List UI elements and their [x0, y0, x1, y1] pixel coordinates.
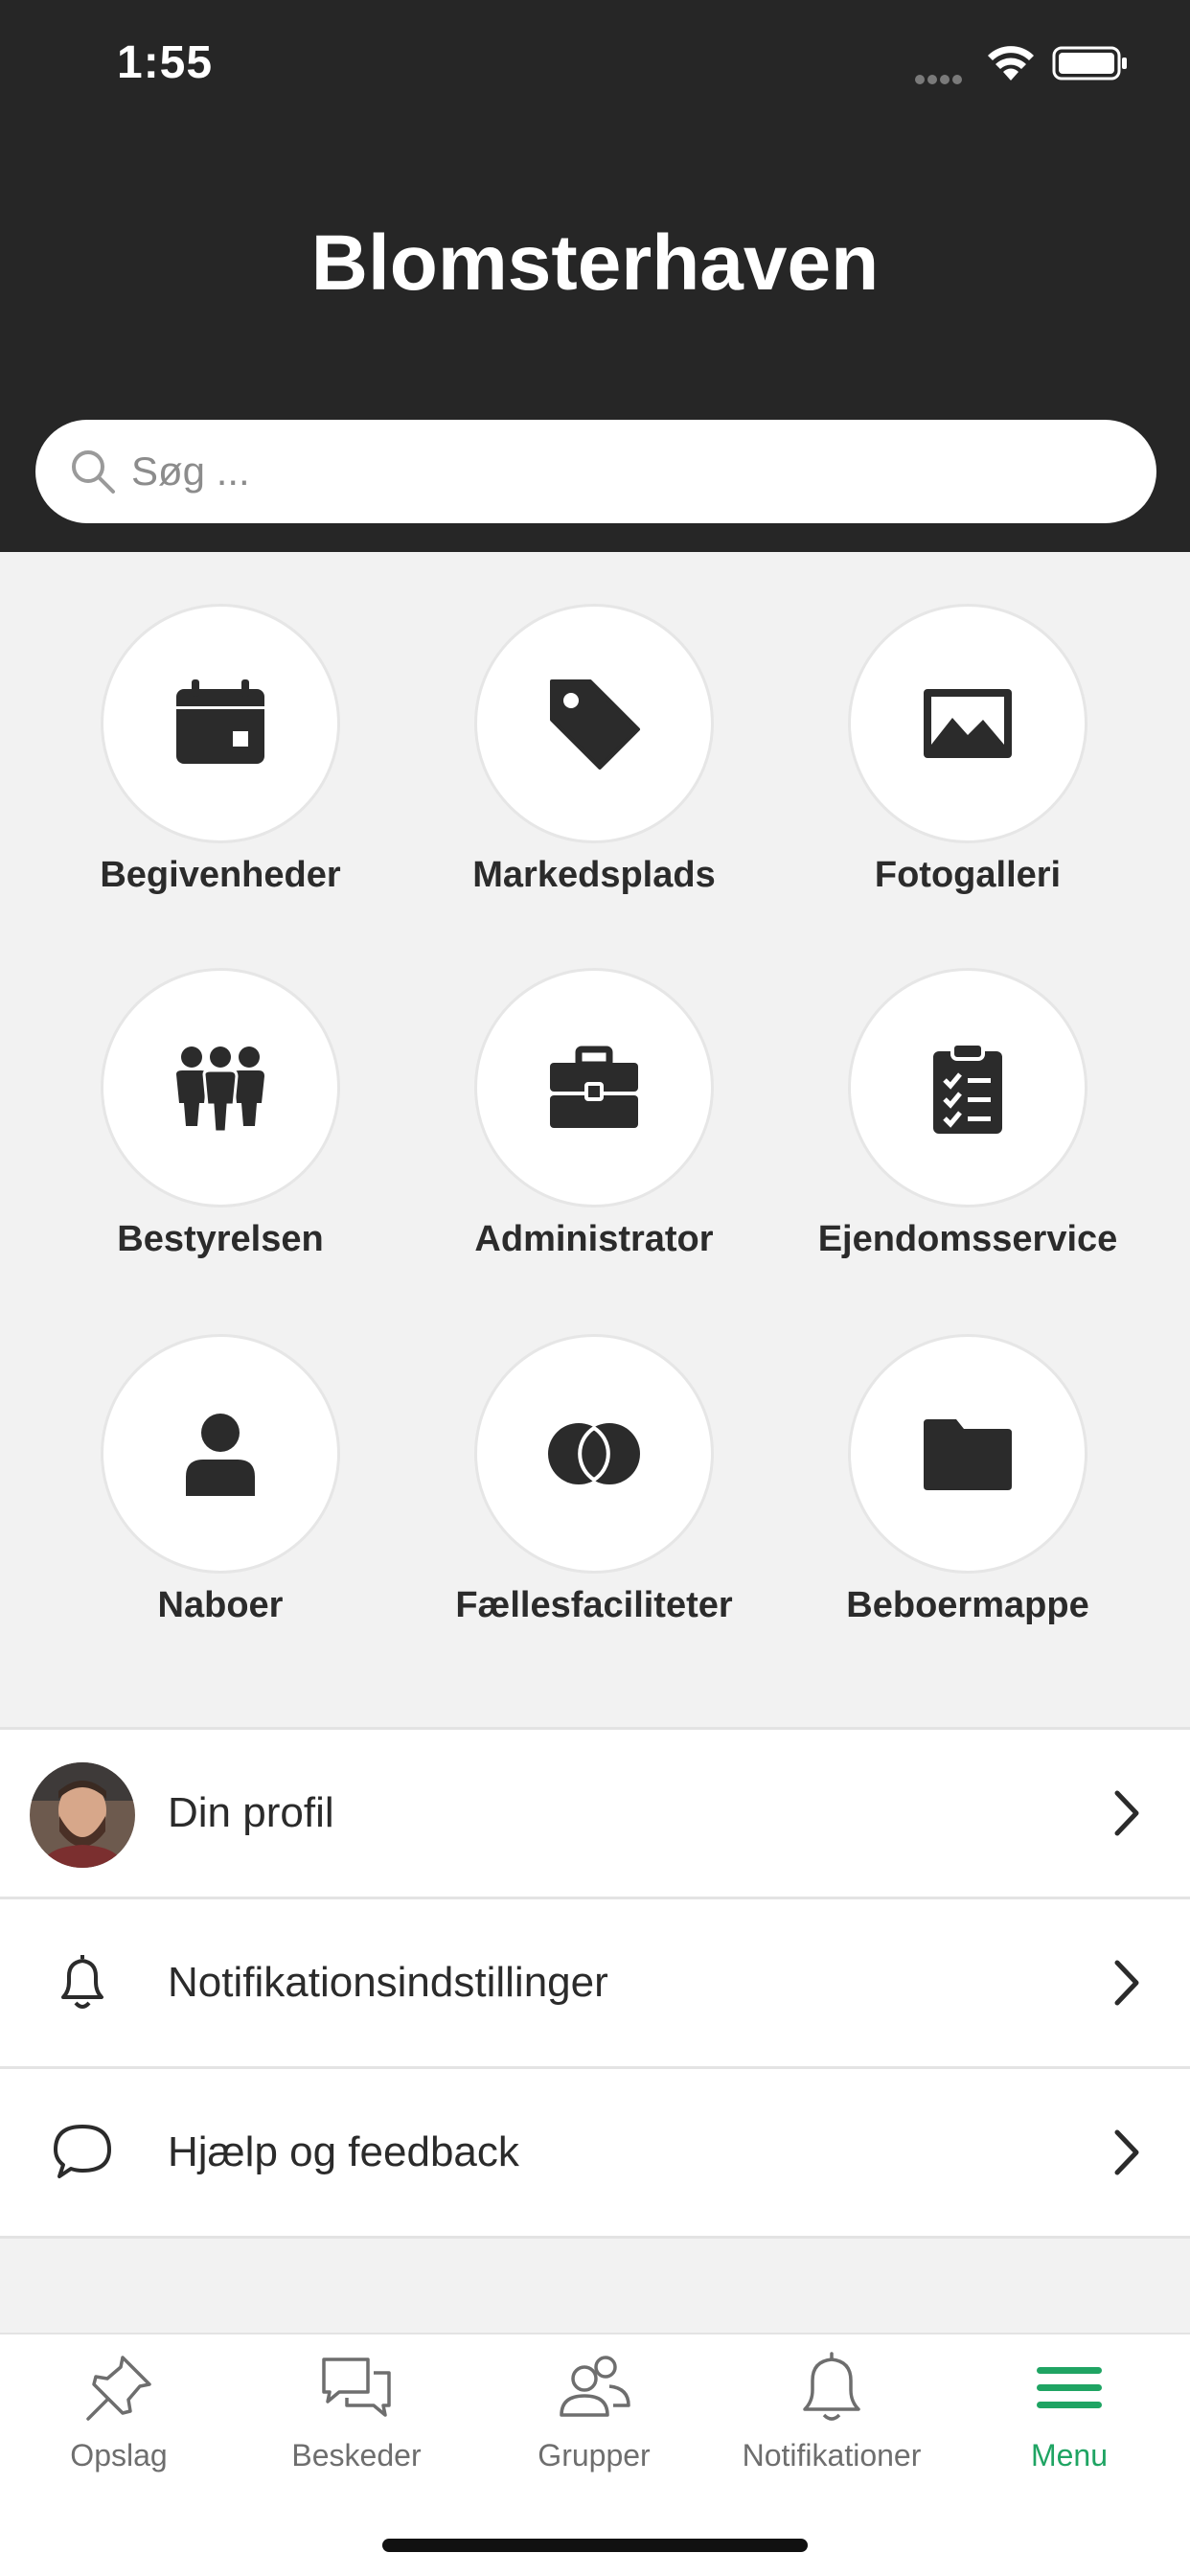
settings-list: Din profil Notifikationsindstillinger Hj…	[0, 1727, 1190, 2239]
tab-grupper[interactable]: Grupper	[475, 2334, 713, 2517]
chat-icon	[322, 2358, 391, 2417]
overlapping-circles-icon	[548, 1423, 640, 1484]
search-bar[interactable]	[35, 420, 1156, 523]
tile-label: Markedsplads	[472, 855, 716, 895]
tile-ejendomsservice[interactable]: Ejendomsservice	[781, 968, 1155, 1284]
list-item-label: Din profil	[168, 1789, 334, 1836]
search-input[interactable]	[131, 420, 1109, 523]
bell-icon	[803, 2352, 860, 2421]
tab-label: Grupper	[538, 2438, 651, 2472]
tile-circle	[848, 604, 1087, 843]
cellular-signal-icon	[915, 72, 971, 84]
people-group-icon	[176, 1046, 264, 1134]
hamburger-icon	[1037, 2367, 1102, 2408]
tab-opslag[interactable]: Opslag	[0, 2334, 238, 2517]
list-item-label: Hjælp og feedback	[168, 2128, 519, 2175]
tab-notifikationer[interactable]: Notifikationer	[713, 2334, 950, 2517]
tile-label: Begivenheder	[100, 855, 341, 895]
briefcase-icon	[550, 1046, 638, 1128]
group-icon	[560, 2356, 630, 2417]
chevron-right-icon	[1114, 1960, 1139, 2006]
list-item-notification-settings[interactable]: Notifikationsindstillinger	[0, 1899, 1190, 2069]
tab-beskeder[interactable]: Beskeder	[238, 2334, 475, 2517]
list-item-help-feedback[interactable]: Hjælp og feedback	[0, 2069, 1190, 2239]
tile-circle	[848, 968, 1087, 1208]
tab-label: Opslag	[70, 2438, 168, 2472]
tile-markedsplads[interactable]: Markedsplads	[407, 604, 781, 920]
calendar-icon	[176, 679, 264, 764]
tab-label: Menu	[1030, 2438, 1109, 2472]
image-icon	[924, 689, 1012, 758]
tile-label: Administrator	[474, 1219, 714, 1259]
battery-icon	[1052, 46, 1127, 80]
tile-begivenheder[interactable]: Begivenheder	[34, 604, 407, 920]
tile-label: Bestyrelsen	[117, 1219, 324, 1259]
tab-label: Notifikationer	[742, 2438, 922, 2472]
tile-label: Beboermappe	[846, 1585, 1089, 1625]
tile-circle	[848, 1334, 1087, 1574]
tile-circle	[474, 1334, 714, 1574]
tile-faellesfaciliteter[interactable]: Fællesfaciliteter	[407, 1334, 781, 1650]
tile-administrator[interactable]: Administrator	[407, 968, 781, 1284]
search-icon	[72, 450, 115, 494]
status-time: 1:55	[117, 37, 214, 88]
person-icon	[186, 1414, 255, 1496]
tile-circle	[101, 1334, 340, 1574]
page-title: Blomsterhaven	[310, 219, 880, 307]
list-item-profile[interactable]: Din profil	[0, 1730, 1190, 1899]
tile-label: Naboer	[157, 1585, 284, 1625]
speech-bubble-icon	[54, 2125, 111, 2178]
tile-circle	[101, 968, 340, 1208]
chevron-right-icon	[1114, 1790, 1139, 1836]
tag-icon	[550, 679, 640, 770]
tile-label: Fotogalleri	[874, 855, 1062, 895]
avatar	[30, 1762, 135, 1868]
tile-label: Fællesfaciliteter	[455, 1585, 733, 1625]
tile-label: Ejendomsservice	[817, 1219, 1118, 1259]
tile-beboermappe[interactable]: Beboermappe	[781, 1334, 1155, 1650]
tile-bestyrelsen[interactable]: Bestyrelsen	[34, 968, 407, 1284]
list-item-label: Notifikationsindstillinger	[168, 1959, 608, 2006]
tile-circle	[101, 604, 340, 843]
tab-menu[interactable]: Menu	[950, 2334, 1188, 2517]
tile-naboer[interactable]: Naboer	[34, 1334, 407, 1650]
tile-circle	[474, 604, 714, 843]
clipboard-check-icon	[933, 1042, 1002, 1134]
wifi-icon	[988, 46, 1034, 80]
home-indicator	[382, 2539, 808, 2552]
bell-icon	[61, 1955, 103, 2009]
chevron-right-icon	[1114, 2129, 1139, 2175]
tile-fotogalleri[interactable]: Fotogalleri	[781, 604, 1155, 920]
tile-circle	[474, 968, 714, 1208]
tab-label: Beskeder	[291, 2438, 422, 2472]
folder-icon	[924, 1419, 1012, 1490]
header: 1:55 Blomsterhaven	[0, 0, 1190, 552]
pin-icon	[86, 2356, 151, 2421]
